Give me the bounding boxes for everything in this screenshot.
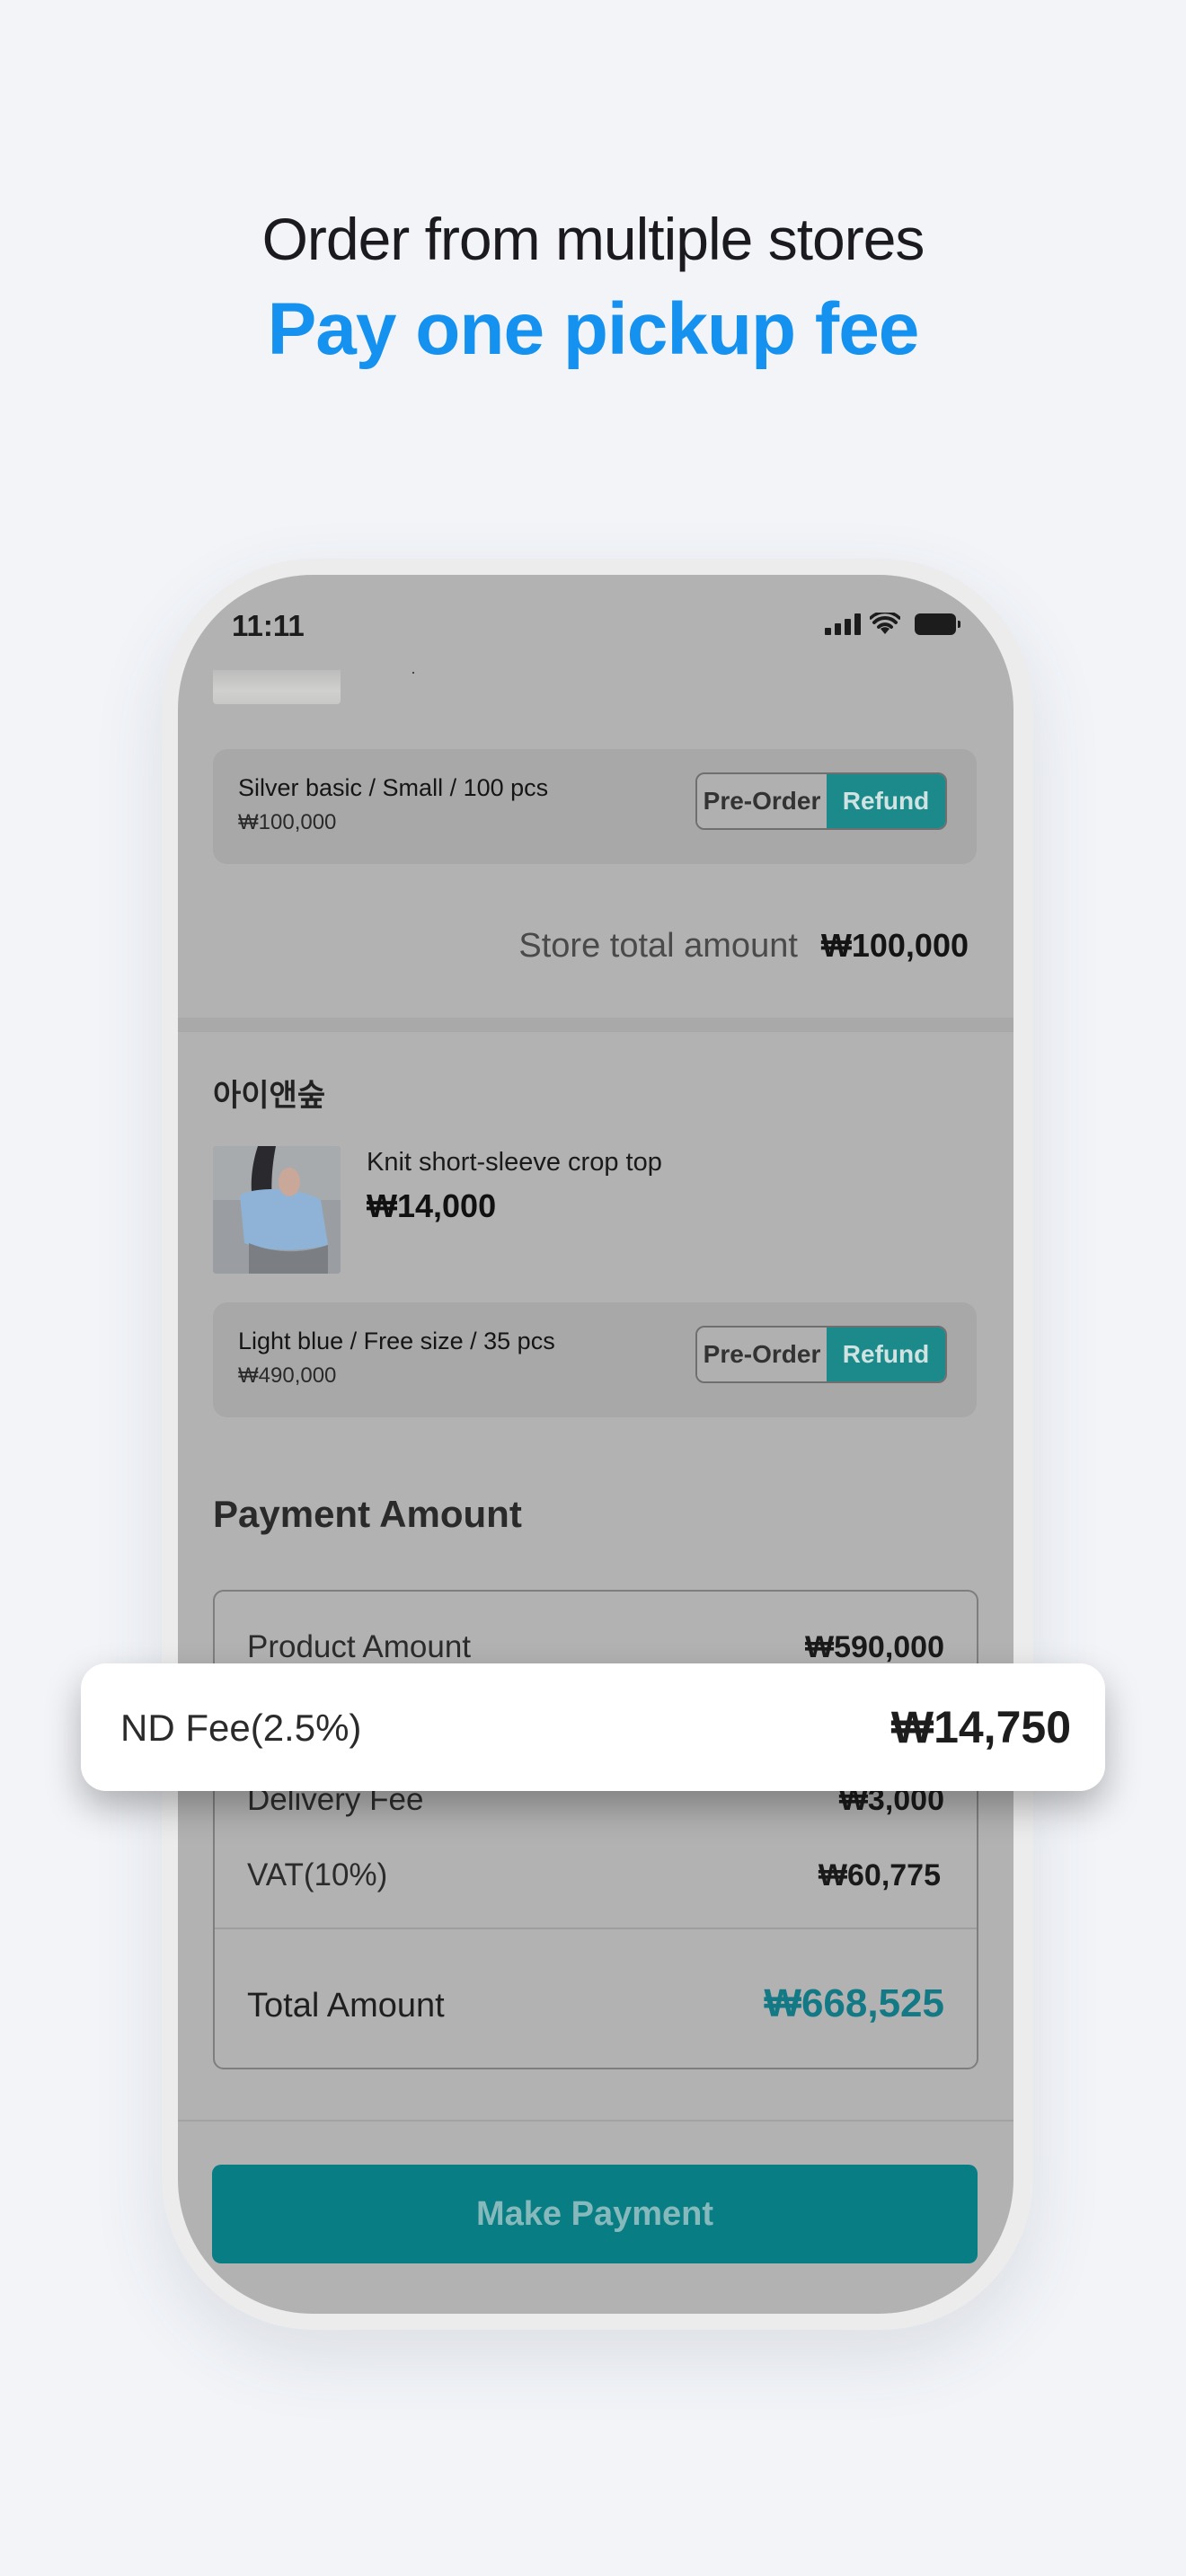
product-image[interactable] — [213, 1146, 341, 1274]
option-button-group: Pre-Order Refund — [695, 772, 947, 830]
payment-summary-box: Product Amount ₩590,000 Delivery Fee ₩3,… — [213, 1590, 978, 2069]
product-name: Knit short-sleeve crop top — [367, 1148, 662, 1177]
vat-row: VAT(10%) ₩60,775 — [247, 1857, 941, 1893]
headline: Order from multiple stores — [261, 206, 925, 272]
store-total-row: Store total amount ₩100,000 — [518, 927, 969, 966]
product-amount-row: Product Amount ₩590,000 — [247, 1629, 944, 1665]
option-box: Silver basic / Small / 100 pcs ₩100,000 … — [213, 749, 977, 864]
make-payment-button[interactable]: Make Payment — [212, 2165, 978, 2263]
section-divider — [178, 1018, 1013, 1032]
row-value: ₩60,775 — [818, 1858, 941, 1892]
total-value: ₩668,525 — [764, 1981, 944, 2025]
store-total-label: Store total amount — [518, 927, 798, 965]
option-title: Light blue / Free size / 35 pcs — [238, 1328, 555, 1354]
headline-accent: Pay one pickup fee — [267, 288, 920, 370]
refund-button[interactable]: Refund — [827, 1328, 945, 1381]
fee-value: ₩14,750 — [890, 1702, 1071, 1752]
refund-button[interactable]: Refund — [827, 774, 945, 828]
summary-divider — [215, 1928, 977, 1929]
fee-label: ND Fee(2.5%) — [120, 1707, 362, 1749]
bottom-divider — [178, 2120, 1013, 2122]
fee-highlight-card: ND Fee(2.5%) ₩14,750 — [81, 1663, 1105, 1791]
battery-icon — [915, 613, 960, 635]
store-name: 아이앤숲 — [213, 1078, 326, 1114]
signal-icon — [825, 613, 861, 635]
payment-section-title: Payment Amount — [213, 1493, 522, 1535]
row-label: VAT(10%) — [247, 1857, 388, 1892]
option-button-group: Pre-Order Refund — [695, 1326, 947, 1383]
wifi-icon — [870, 613, 900, 634]
store-total-value: ₩100,000 — [820, 927, 969, 964]
product-thumbnail[interactable] — [213, 670, 341, 704]
product-price: ₩14,000 — [367, 1187, 497, 1224]
status-time: 11:11 — [232, 609, 305, 642]
row-label: Product Amount — [247, 1629, 472, 1664]
option-price: ₩100,000 — [238, 810, 337, 834]
total-label: Total Amount — [247, 1987, 445, 2025]
product-photo — [213, 1146, 341, 1274]
option-box: Light blue / Free size / 35 pcs ₩490,000… — [213, 1302, 977, 1417]
option-price: ₩490,000 — [238, 1363, 337, 1388]
total-amount-row: Total Amount ₩668,525 — [247, 1981, 944, 2026]
preorder-button[interactable]: Pre-Order — [697, 774, 827, 828]
option-title: Silver basic / Small / 100 pcs — [238, 774, 549, 801]
row-value: ₩590,000 — [805, 1630, 944, 1664]
truncated-text-mark: · — [411, 663, 416, 681]
preorder-button[interactable]: Pre-Order — [697, 1328, 827, 1381]
phone-screen: 11:11 · Silver basic / Small / 100 pcs ₩… — [178, 575, 1013, 2314]
status-icons — [825, 613, 960, 636]
